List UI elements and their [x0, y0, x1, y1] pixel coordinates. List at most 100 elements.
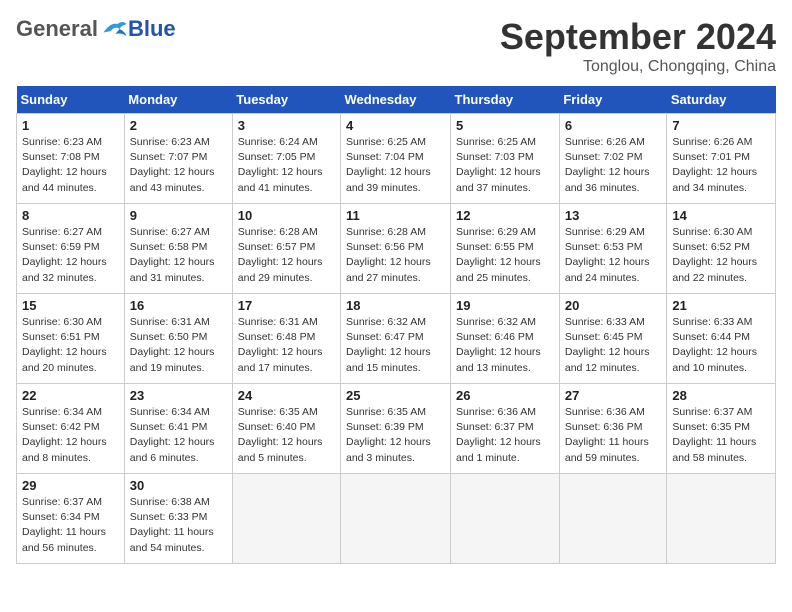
table-row: 1 Sunrise: 6:23 AM Sunset: 7:08 PM Dayli… [17, 114, 125, 204]
table-row: 25 Sunrise: 6:35 AM Sunset: 6:39 PM Dayl… [341, 384, 451, 474]
col-monday: Monday [124, 86, 232, 114]
day-number: 21 [672, 298, 770, 313]
day-number: 22 [22, 388, 119, 403]
table-row [341, 474, 451, 564]
day-number: 3 [238, 118, 335, 133]
table-row: 26 Sunrise: 6:36 AM Sunset: 6:37 PM Dayl… [451, 384, 560, 474]
col-tuesday: Tuesday [232, 86, 340, 114]
calendar-week-row: 29 Sunrise: 6:37 AM Sunset: 6:34 PM Dayl… [17, 474, 776, 564]
table-row: 11 Sunrise: 6:28 AM Sunset: 6:56 PM Dayl… [341, 204, 451, 294]
day-number: 28 [672, 388, 770, 403]
table-row: 5 Sunrise: 6:25 AM Sunset: 7:03 PM Dayli… [451, 114, 560, 204]
table-row: 3 Sunrise: 6:24 AM Sunset: 7:05 PM Dayli… [232, 114, 340, 204]
table-row: 4 Sunrise: 6:25 AM Sunset: 7:04 PM Dayli… [341, 114, 451, 204]
table-row: 17 Sunrise: 6:31 AM Sunset: 6:48 PM Dayl… [232, 294, 340, 384]
logo: General Blue [16, 16, 176, 42]
day-number: 16 [130, 298, 227, 313]
table-row: 19 Sunrise: 6:32 AM Sunset: 6:46 PM Dayl… [451, 294, 560, 384]
title-section: September 2024 Tonglou, Chongqing, China [500, 16, 776, 76]
day-info: Sunrise: 6:28 AM Sunset: 6:57 PM Dayligh… [238, 225, 335, 286]
day-info: Sunrise: 6:25 AM Sunset: 7:04 PM Dayligh… [346, 135, 445, 196]
day-info: Sunrise: 6:37 AM Sunset: 6:35 PM Dayligh… [672, 405, 770, 466]
table-row: 24 Sunrise: 6:35 AM Sunset: 6:40 PM Dayl… [232, 384, 340, 474]
day-number: 24 [238, 388, 335, 403]
table-row [451, 474, 560, 564]
day-number: 30 [130, 478, 227, 493]
table-row: 28 Sunrise: 6:37 AM Sunset: 6:35 PM Dayl… [667, 384, 776, 474]
day-info: Sunrise: 6:31 AM Sunset: 6:48 PM Dayligh… [238, 315, 335, 376]
day-number: 29 [22, 478, 119, 493]
table-row: 15 Sunrise: 6:30 AM Sunset: 6:51 PM Dayl… [17, 294, 125, 384]
day-info: Sunrise: 6:23 AM Sunset: 7:08 PM Dayligh… [22, 135, 119, 196]
logo-general-text: General [16, 16, 98, 42]
table-row: 16 Sunrise: 6:31 AM Sunset: 6:50 PM Dayl… [124, 294, 232, 384]
table-row [232, 474, 340, 564]
day-info: Sunrise: 6:30 AM Sunset: 6:52 PM Dayligh… [672, 225, 770, 286]
table-row: 12 Sunrise: 6:29 AM Sunset: 6:55 PM Dayl… [451, 204, 560, 294]
day-info: Sunrise: 6:37 AM Sunset: 6:34 PM Dayligh… [22, 495, 119, 556]
table-row: 20 Sunrise: 6:33 AM Sunset: 6:45 PM Dayl… [559, 294, 667, 384]
col-friday: Friday [559, 86, 667, 114]
table-row: 29 Sunrise: 6:37 AM Sunset: 6:34 PM Dayl… [17, 474, 125, 564]
day-info: Sunrise: 6:36 AM Sunset: 6:37 PM Dayligh… [456, 405, 554, 466]
col-wednesday: Wednesday [341, 86, 451, 114]
day-number: 27 [565, 388, 662, 403]
day-number: 25 [346, 388, 445, 403]
day-info: Sunrise: 6:23 AM Sunset: 7:07 PM Dayligh… [130, 135, 227, 196]
table-row: 22 Sunrise: 6:34 AM Sunset: 6:42 PM Dayl… [17, 384, 125, 474]
table-row: 10 Sunrise: 6:28 AM Sunset: 6:57 PM Dayl… [232, 204, 340, 294]
calendar-week-row: 15 Sunrise: 6:30 AM Sunset: 6:51 PM Dayl… [17, 294, 776, 384]
table-row [559, 474, 667, 564]
calendar-table: Sunday Monday Tuesday Wednesday Thursday… [16, 86, 776, 564]
col-thursday: Thursday [451, 86, 560, 114]
day-number: 18 [346, 298, 445, 313]
day-number: 13 [565, 208, 662, 223]
table-row: 13 Sunrise: 6:29 AM Sunset: 6:53 PM Dayl… [559, 204, 667, 294]
location: Tonglou, Chongqing, China [500, 58, 776, 76]
day-number: 5 [456, 118, 554, 133]
table-row: 23 Sunrise: 6:34 AM Sunset: 6:41 PM Dayl… [124, 384, 232, 474]
calendar-week-row: 8 Sunrise: 6:27 AM Sunset: 6:59 PM Dayli… [17, 204, 776, 294]
day-number: 15 [22, 298, 119, 313]
day-info: Sunrise: 6:28 AM Sunset: 6:56 PM Dayligh… [346, 225, 445, 286]
day-number: 7 [672, 118, 770, 133]
col-saturday: Saturday [667, 86, 776, 114]
day-number: 2 [130, 118, 227, 133]
day-info: Sunrise: 6:26 AM Sunset: 7:02 PM Dayligh… [565, 135, 662, 196]
table-row: 14 Sunrise: 6:30 AM Sunset: 6:52 PM Dayl… [667, 204, 776, 294]
day-number: 26 [456, 388, 554, 403]
day-number: 9 [130, 208, 227, 223]
day-info: Sunrise: 6:35 AM Sunset: 6:40 PM Dayligh… [238, 405, 335, 466]
day-info: Sunrise: 6:27 AM Sunset: 6:59 PM Dayligh… [22, 225, 119, 286]
day-number: 4 [346, 118, 445, 133]
day-number: 8 [22, 208, 119, 223]
day-number: 10 [238, 208, 335, 223]
logo-blue-text: Blue [128, 16, 176, 42]
day-number: 6 [565, 118, 662, 133]
table-row: 9 Sunrise: 6:27 AM Sunset: 6:58 PM Dayli… [124, 204, 232, 294]
day-number: 12 [456, 208, 554, 223]
day-info: Sunrise: 6:31 AM Sunset: 6:50 PM Dayligh… [130, 315, 227, 376]
day-number: 19 [456, 298, 554, 313]
day-number: 20 [565, 298, 662, 313]
day-info: Sunrise: 6:32 AM Sunset: 6:47 PM Dayligh… [346, 315, 445, 376]
table-row [667, 474, 776, 564]
day-number: 11 [346, 208, 445, 223]
table-row: 8 Sunrise: 6:27 AM Sunset: 6:59 PM Dayli… [17, 204, 125, 294]
day-info: Sunrise: 6:32 AM Sunset: 6:46 PM Dayligh… [456, 315, 554, 376]
table-row: 30 Sunrise: 6:38 AM Sunset: 6:33 PM Dayl… [124, 474, 232, 564]
day-info: Sunrise: 6:30 AM Sunset: 6:51 PM Dayligh… [22, 315, 119, 376]
calendar-week-row: 1 Sunrise: 6:23 AM Sunset: 7:08 PM Dayli… [17, 114, 776, 204]
table-row: 2 Sunrise: 6:23 AM Sunset: 7:07 PM Dayli… [124, 114, 232, 204]
calendar-week-row: 22 Sunrise: 6:34 AM Sunset: 6:42 PM Dayl… [17, 384, 776, 474]
day-number: 14 [672, 208, 770, 223]
day-info: Sunrise: 6:25 AM Sunset: 7:03 PM Dayligh… [456, 135, 554, 196]
day-info: Sunrise: 6:35 AM Sunset: 6:39 PM Dayligh… [346, 405, 445, 466]
col-sunday: Sunday [17, 86, 125, 114]
table-row: 27 Sunrise: 6:36 AM Sunset: 6:36 PM Dayl… [559, 384, 667, 474]
day-number: 1 [22, 118, 119, 133]
calendar-header-row: Sunday Monday Tuesday Wednesday Thursday… [17, 86, 776, 114]
day-info: Sunrise: 6:38 AM Sunset: 6:33 PM Dayligh… [130, 495, 227, 556]
logo-bird-icon [100, 18, 128, 40]
table-row: 7 Sunrise: 6:26 AM Sunset: 7:01 PM Dayli… [667, 114, 776, 204]
